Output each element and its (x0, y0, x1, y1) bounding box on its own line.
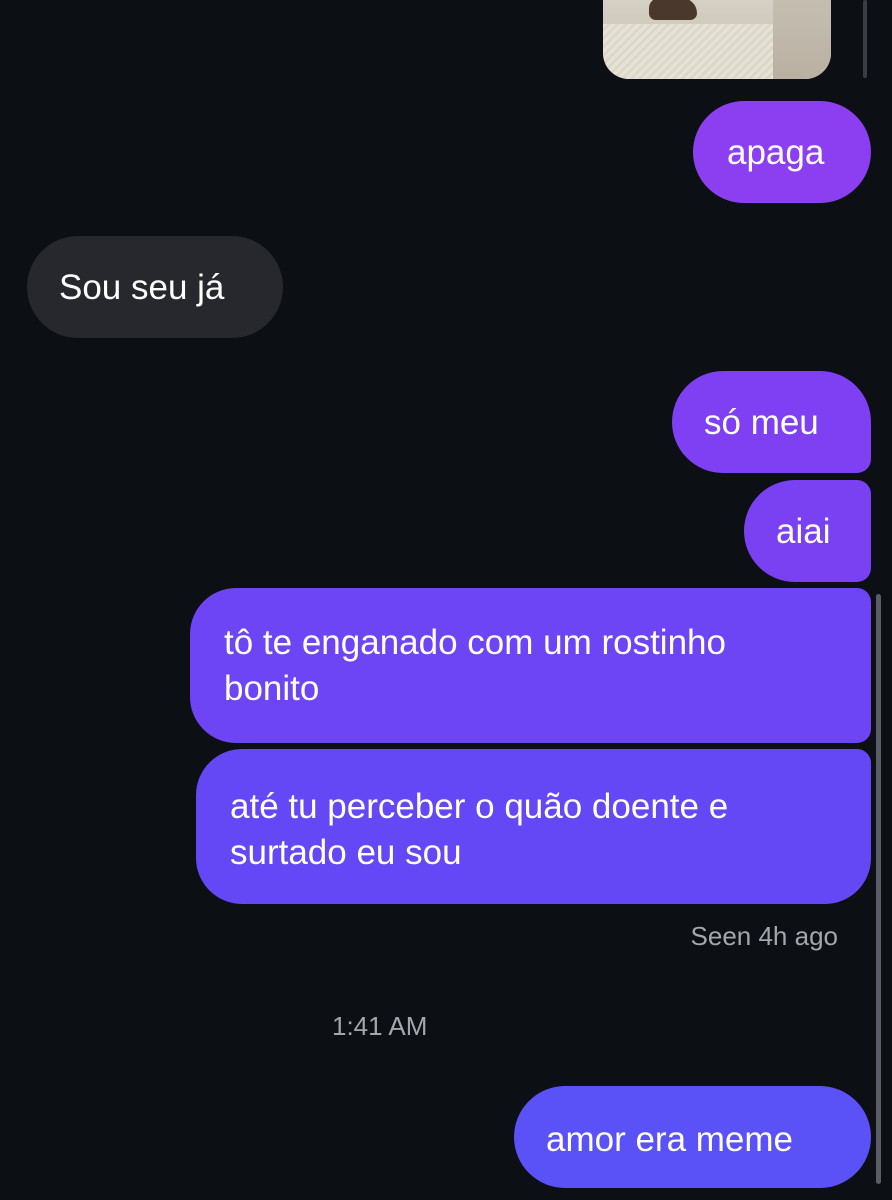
outgoing-message-bubble[interactable]: aiai (744, 480, 871, 582)
outgoing-message-bubble[interactable]: amor era meme (514, 1086, 871, 1188)
message-thread[interactable]: apaga Sou seu já só meu aiai tô te engan… (0, 0, 892, 1200)
scrollbar-thumb[interactable] (876, 594, 881, 1184)
image-shoe (649, 0, 697, 20)
image-message[interactable] (603, 0, 831, 79)
incoming-message-bubble[interactable]: Sou seu já (27, 236, 283, 338)
outgoing-message-bubble[interactable]: até tu perceber o quão doente e surtado … (196, 749, 871, 904)
timestamp: 1:41 AM (332, 1011, 428, 1041)
image-wall (773, 0, 831, 79)
outgoing-message-bubble[interactable]: tô te enganado com um rostinho bonito (190, 588, 871, 743)
seen-status: Seen 4h ago (690, 921, 838, 951)
outgoing-message-bubble[interactable]: apaga (693, 101, 871, 203)
scrollbar-track-top (863, 0, 867, 78)
outgoing-message-bubble[interactable]: só meu (672, 371, 871, 473)
